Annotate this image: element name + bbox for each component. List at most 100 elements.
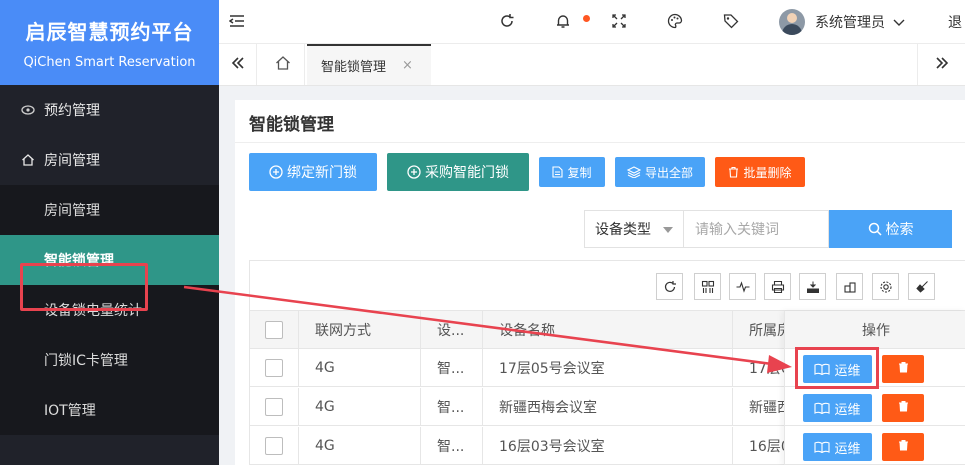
device-type-cell: 智... xyxy=(420,349,482,387)
button-label: 导出全部 xyxy=(644,165,693,180)
delete-button[interactable] xyxy=(882,394,924,422)
maintenance-button[interactable]: 运维 xyxy=(803,433,872,461)
button-label: 运维 xyxy=(834,402,861,418)
operation-cell: 运维 xyxy=(785,427,965,465)
divider xyxy=(235,142,965,143)
home-icon xyxy=(275,55,291,75)
tab-home[interactable] xyxy=(261,44,305,85)
trash-icon xyxy=(898,361,909,377)
sidebar-subitem-ic-card[interactable]: 门锁IC卡管理 xyxy=(0,335,219,385)
trash-icon xyxy=(728,166,739,178)
column-header: 操作 xyxy=(785,311,965,349)
trash-icon xyxy=(898,439,909,455)
chart-view-icon[interactable] xyxy=(836,273,863,300)
network-cell: 4G xyxy=(298,349,420,387)
sidebar-subitem-label: IOT管理 xyxy=(44,403,96,419)
search-button[interactable]: 检索 xyxy=(829,210,952,248)
palette-icon[interactable] xyxy=(666,12,684,30)
row-checkbox[interactable] xyxy=(265,359,283,377)
buy-lock-button[interactable]: 采购智能门锁 xyxy=(387,153,529,191)
maintenance-button[interactable]: 运维 xyxy=(803,394,872,422)
row-checkbox[interactable] xyxy=(265,437,283,455)
button-label: 采购智能门锁 xyxy=(425,165,509,181)
tab-smart-lock[interactable]: 智能锁管理 × xyxy=(307,44,431,85)
device-name-cell: 16层03号会议室 xyxy=(482,427,732,465)
column-header[interactable]: 设备名称 xyxy=(482,311,732,349)
column-header[interactable]: 设... xyxy=(420,311,482,349)
brand-title: 启辰智慧预约平台 xyxy=(25,19,194,44)
export-table-icon[interactable] xyxy=(799,273,826,300)
bind-lock-button[interactable]: 绑定新门锁 xyxy=(249,153,377,191)
chevron-down-icon xyxy=(893,15,905,31)
home-icon xyxy=(20,152,36,168)
logout-link[interactable]: 退 xyxy=(948,12,962,32)
brush-icon[interactable] xyxy=(908,273,935,300)
topbar: 系统管理员 退 xyxy=(219,0,965,44)
gear-icon[interactable] xyxy=(872,273,899,300)
input-placeholder: 请输入关键词 xyxy=(695,222,779,238)
row-checkbox[interactable] xyxy=(265,398,283,416)
delete-button[interactable] xyxy=(882,355,924,383)
tag-icon[interactable] xyxy=(722,12,740,30)
button-label: 绑定新门锁 xyxy=(287,165,357,181)
close-icon[interactable]: × xyxy=(402,58,413,73)
refresh-icon[interactable] xyxy=(656,273,683,300)
tab-scroll-left-button[interactable] xyxy=(219,44,257,85)
row-check-cell xyxy=(250,427,298,465)
tab-scroll-right-button[interactable] xyxy=(917,44,965,85)
device-type-cell: 智... xyxy=(420,427,482,465)
page-title: 智能锁管理 xyxy=(249,115,334,135)
select-value: 设备类型 xyxy=(595,222,651,238)
brand-subtitle: QiChen Smart Reservation xyxy=(23,54,196,70)
room-cell: 17层0 xyxy=(732,349,792,387)
notification-dot xyxy=(583,15,590,22)
column-header[interactable]: 联网方式 xyxy=(298,311,420,349)
fullscreen-icon[interactable] xyxy=(610,12,628,30)
print-icon[interactable] xyxy=(764,273,791,300)
row-check-cell xyxy=(250,349,298,387)
avatar[interactable] xyxy=(779,9,805,35)
username-label: 系统管理员 xyxy=(815,15,885,31)
search-icon xyxy=(868,222,882,236)
keyword-input[interactable]: 请输入关键词 xyxy=(683,210,829,248)
tab-bar: 智能锁管理 × xyxy=(219,44,965,86)
sidebar-item-room[interactable]: 房间管理 xyxy=(0,135,219,185)
button-label: 批量删除 xyxy=(743,165,792,180)
pulse-icon[interactable] xyxy=(729,273,756,300)
copy-button[interactable]: 复制 xyxy=(539,157,605,187)
delete-button[interactable] xyxy=(882,433,924,461)
sidebar-item-reservation[interactable]: 预约管理 xyxy=(0,85,219,135)
book-icon xyxy=(814,441,831,453)
export-all-button[interactable]: 导出全部 xyxy=(615,157,705,187)
button-label: 检索 xyxy=(885,222,914,238)
refresh-icon[interactable] xyxy=(498,12,516,30)
double-chevron-right-icon xyxy=(935,54,949,75)
sidebar: 启辰智慧预约平台 QiChen Smart Reservation 预约管理 房… xyxy=(0,0,219,465)
document-icon xyxy=(552,166,564,178)
batch-delete-button[interactable]: 批量删除 xyxy=(715,157,805,187)
operation-cell: 运维 xyxy=(785,388,965,426)
book-icon xyxy=(814,402,831,414)
button-label: 运维 xyxy=(834,441,861,457)
sidebar-subitem-room-manage[interactable]: 房间管理 xyxy=(0,185,219,235)
sidebar-item-label: 房间管理 xyxy=(44,153,100,169)
sidebar-subitem-label: 房间管理 xyxy=(44,203,100,219)
eye-icon xyxy=(20,102,36,118)
room-cell: 16层0 xyxy=(732,427,792,465)
menu-fold-icon[interactable] xyxy=(228,12,246,30)
sidebar-subitem-iot[interactable]: IOT管理 xyxy=(0,385,219,435)
brand-logo: 启辰智慧预约平台 QiChen Smart Reservation xyxy=(0,0,219,85)
device-type-cell: 智... xyxy=(420,388,482,426)
button-label: 复制 xyxy=(567,165,592,180)
layers-icon xyxy=(626,166,641,178)
bell-icon[interactable] xyxy=(554,12,572,30)
column-header[interactable]: 所属房 xyxy=(732,311,792,349)
user-menu[interactable]: 系统管理员 xyxy=(815,12,905,32)
sidebar-subitem-label: 门锁IC卡管理 xyxy=(44,353,128,369)
select-all-cell xyxy=(250,311,298,349)
select-all-checkbox[interactable] xyxy=(265,321,283,339)
device-name-cell: 17层05号会议室 xyxy=(482,349,732,387)
device-type-select[interactable]: 设备类型 xyxy=(584,210,684,248)
network-cell: 4G xyxy=(298,388,420,426)
columns-icon[interactable] xyxy=(694,273,721,300)
